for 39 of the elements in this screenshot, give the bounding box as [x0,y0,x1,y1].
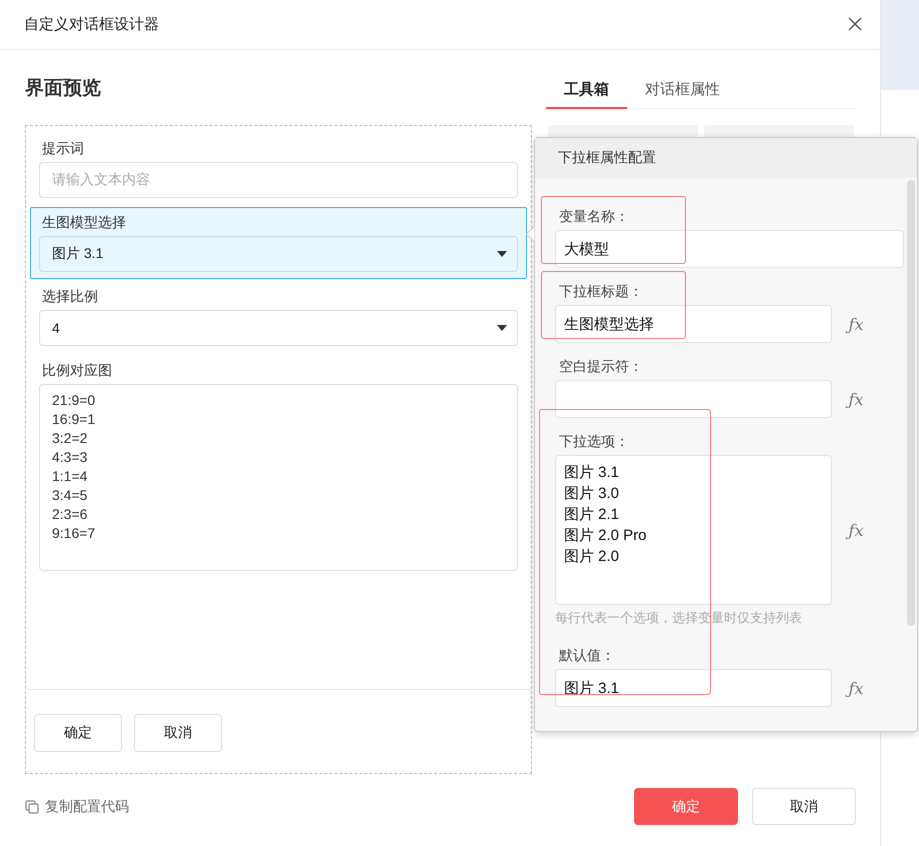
formula-button[interactable]: ƒx [844,678,868,698]
form-item[interactable]: 比例对应图 21:9=0 16:9=1 3:2=2 4:3=3 1:1=4 3:4=5 2:3=6 9:16=7 [30,354,527,578]
close-icon[interactable] [848,17,862,32]
form-item[interactable]: 生图模型选择 图片 3.1 [30,206,527,279]
field-label: 默认值： [558,646,616,665]
copy-config-link[interactable]: 复制配置代码 [45,798,129,816]
caret-icon [497,324,507,331]
field-label: 下拉选项： [558,432,630,451]
section-title: 界面预览 [25,76,102,101]
formula-button[interactable]: ƒx [844,520,868,540]
text-input[interactable] [555,380,832,418]
dropdown-field[interactable]: 4 [39,310,518,346]
field-label: 比例对应图 [41,360,113,380]
text-input[interactable]: 大模型 [555,230,904,268]
dialog-button[interactable]: 确定 [34,714,122,752]
field-label: 生图模型选择 [41,212,127,232]
tab[interactable]: 对话框属性 [627,72,738,109]
form-item[interactable]: 提示词 请输入文本内容 [30,132,527,205]
popover-title: 下拉框属性配置 [535,138,917,178]
text-input[interactable]: 图片 3.1 [555,669,832,707]
field-label: 选择比例 [41,286,99,306]
dropdown-field[interactable]: 图片 3.1 [39,236,518,272]
cancel-button[interactable]: 取消 [752,788,856,826]
window-title: 自定义对话框设计器 [24,14,159,34]
textarea-field[interactable]: 图片 3.1 图片 3.0 图片 2.1 图片 2.0 Pro 图片 2.0 [555,455,832,605]
field-label: 下拉框标题： [558,282,644,301]
formula-button[interactable]: ƒx [844,390,868,408]
textarea-field[interactable]: 21:9=0 16:9=1 3:2=2 4:3=3 1:1=4 3:4=5 2:3=6 9:16=7 [39,384,518,571]
field-label: 变量名称： [558,207,630,226]
field-label: 空白提示符： [558,357,644,376]
scrollbar[interactable] [907,180,915,626]
dialog-button[interactable]: 取消 [134,714,222,752]
field-label: 提示词 [41,138,85,158]
copy-icon[interactable] [25,800,39,814]
form-item[interactable]: 选择比例 4 [30,280,527,353]
text-input[interactable]: 生图模型选择 [555,305,832,343]
formula-button[interactable]: ƒx [844,314,868,334]
caret-icon [497,250,507,257]
tab[interactable]: 工具箱 [546,72,627,109]
